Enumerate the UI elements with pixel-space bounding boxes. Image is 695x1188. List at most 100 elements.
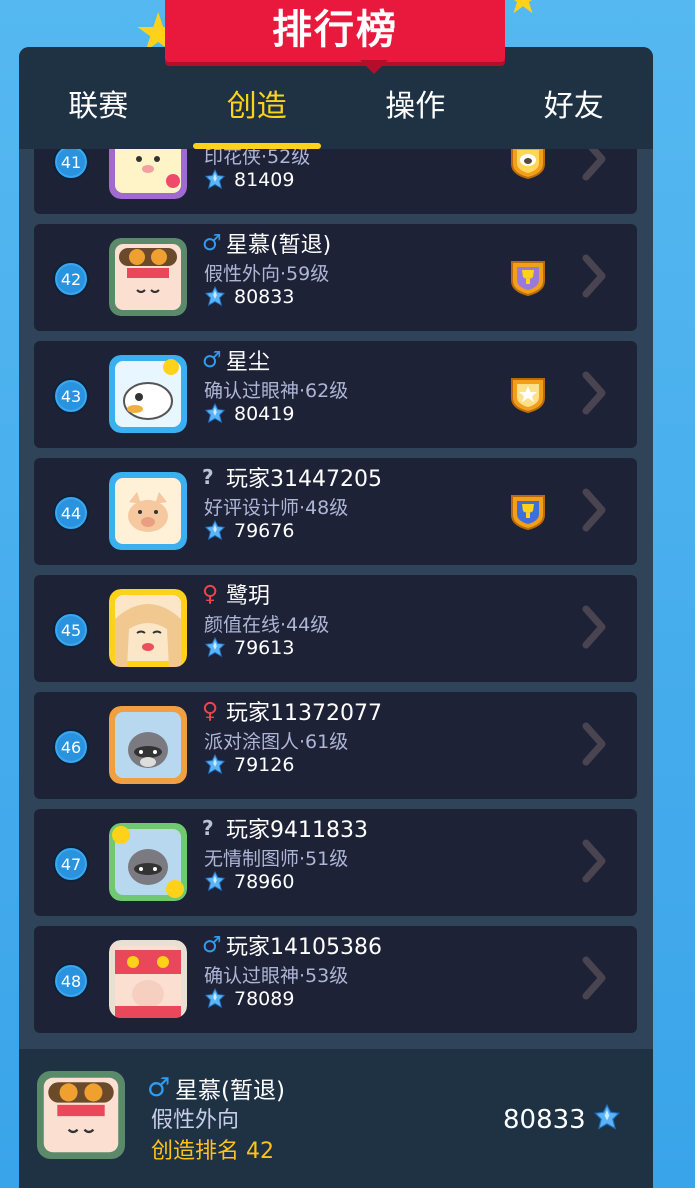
player-score: 81409 xyxy=(234,169,295,191)
player-name: 玩家11372077 xyxy=(226,701,382,726)
player-avatar[interactable] xyxy=(109,149,187,199)
gem-icon xyxy=(204,169,226,190)
anime-girl-avatar-icon xyxy=(109,589,187,667)
purple-trophy-badge-icon xyxy=(511,261,545,297)
blue-trophy-badge-icon xyxy=(511,495,545,531)
player-score-line: 79676 xyxy=(204,520,294,542)
rank-badge: 47 xyxy=(53,846,89,882)
player-name: 星慕(暂退) xyxy=(226,233,332,258)
chevron-right-icon[interactable] xyxy=(580,837,610,885)
sheep-badge-icon xyxy=(511,149,545,180)
player-avatar[interactable] xyxy=(109,940,187,1018)
player-name: 玩家9411833 xyxy=(226,818,368,843)
player-name-line: ♂ 星尘 xyxy=(202,345,271,376)
player-avatar[interactable] xyxy=(109,706,187,784)
player-score: 78960 xyxy=(234,871,295,893)
my-avatar[interactable] xyxy=(37,1071,125,1159)
raccoon-orange-avatar-icon xyxy=(109,706,187,784)
player-title: 好评设计师·48级 xyxy=(204,497,349,519)
player-name: 玩家14105386 xyxy=(226,935,382,960)
rank-badge: 43 xyxy=(53,378,89,414)
player-score-line: 78960 xyxy=(204,871,294,893)
tab-league[interactable]: 联赛 xyxy=(19,47,178,149)
player-avatar[interactable] xyxy=(109,472,187,550)
chevron-right-icon[interactable] xyxy=(580,149,610,183)
player-title: 派对涂图人·61级 xyxy=(204,731,349,753)
gem-icon xyxy=(594,1104,620,1130)
leaderboard-row[interactable]: 41?玩家25312543印花侠·52级81409 xyxy=(34,149,637,214)
chevron-right-icon[interactable] xyxy=(580,720,610,768)
player-name-line: ? 玩家31447205 xyxy=(202,462,382,492)
player-name-line: ? 玩家9411833 xyxy=(202,813,368,843)
rank-badge: 41 xyxy=(53,149,89,180)
star-decoration-icon: ★ xyxy=(505,0,541,23)
tab-friends[interactable]: 好友 xyxy=(495,47,654,149)
leaderboard-row[interactable]: 48 ♂ 玩家14105386 确认过眼神·53级 78089 xyxy=(34,926,637,1033)
player-title: 印花侠·52级 xyxy=(204,149,311,168)
my-name: 星慕(暂退) xyxy=(175,1078,285,1104)
player-title: 无情制图师·51级 xyxy=(204,848,349,870)
player-score-line: 79613 xyxy=(204,637,294,659)
player-name: 星尘 xyxy=(226,350,271,375)
tab-bar: 联赛 创造 操作 好友 xyxy=(19,47,653,149)
leaderboard-row[interactable]: 45 ♀ 鹭玥颜值在线·44级 79613 xyxy=(34,575,637,682)
rank-badge: 48 xyxy=(53,963,89,999)
player-score: 79676 xyxy=(234,520,295,542)
leaderboard-row[interactable]: 44? 玩家31447205 好评设计师·48级 79676 xyxy=(34,458,637,565)
player-title: 假性外向·59级 xyxy=(204,263,330,285)
banner-tail xyxy=(360,60,388,74)
female-icon: ♀ xyxy=(202,581,219,607)
player-score: 78089 xyxy=(234,988,295,1010)
rank-badge: 44 xyxy=(53,495,89,531)
player-score: 79613 xyxy=(234,637,295,659)
rank-badge: 42 xyxy=(53,261,89,297)
gem-icon xyxy=(204,754,226,775)
player-avatar[interactable] xyxy=(109,589,187,667)
male-icon: ♂ xyxy=(147,1073,171,1103)
player-score-line: 79126 xyxy=(204,754,294,776)
chevron-right-icon[interactable] xyxy=(580,954,610,1002)
rank-badge: 45 xyxy=(53,612,89,648)
player-avatar[interactable] xyxy=(109,355,187,433)
unknown-gender-icon: ? xyxy=(202,465,214,489)
chevron-right-icon[interactable] xyxy=(580,369,610,417)
male-icon: ♂ xyxy=(202,347,222,373)
player-score-line: 78089 xyxy=(204,988,294,1010)
gem-icon xyxy=(204,988,226,1009)
pig-avatar-icon xyxy=(109,472,187,550)
duck-avatar-icon xyxy=(109,355,187,433)
leaderboard-row[interactable]: 47? 玩家9411833 无情制图师·51级 78960 xyxy=(34,809,637,916)
page-title-banner: 排行榜 xyxy=(165,0,505,62)
leaderboard-list[interactable]: 41?玩家25312543印花侠·52级81409 42 ♂ 星慕(暂退) 假性外向·5… xyxy=(34,149,637,1049)
chevron-right-icon[interactable] xyxy=(580,603,610,651)
player-title: 确认过眼神·62级 xyxy=(204,380,349,402)
unknown-gender-icon: ? xyxy=(202,816,214,840)
my-title: 假性外向 xyxy=(151,1108,240,1133)
leaderboard-row[interactable]: 43 ♂ 星尘确认过眼神·62级 80419 xyxy=(34,341,637,448)
raccoon-flower-avatar-icon xyxy=(109,823,187,901)
player-name-line: ♂ 玩家14105386 xyxy=(202,930,382,961)
player-title: 确认过眼神·53级 xyxy=(204,965,349,987)
gem-icon xyxy=(204,871,226,892)
my-rank: 创造排名 42 xyxy=(151,1139,274,1164)
player-title: 颜值在线·44级 xyxy=(204,614,330,636)
player-score-line: 80419 xyxy=(204,403,294,425)
leaderboard-row[interactable]: 46 ♀ 玩家11372077 派对涂图人·61级 79126 xyxy=(34,692,637,799)
tab-create[interactable]: 创造 xyxy=(178,47,337,149)
my-rank-bar: ♂ 星慕(暂退) 假性外向 创造排名 42 80833 xyxy=(19,1049,653,1188)
player-score-line: 81409 xyxy=(204,169,294,191)
player-name: 玩家31447205 xyxy=(226,467,382,492)
player-name-line: ♀ 鹭玥 xyxy=(202,579,270,610)
player-avatar[interactable] xyxy=(109,823,187,901)
my-score: 80833 xyxy=(503,1105,586,1135)
player-score: 80833 xyxy=(234,286,295,308)
rabbit-love-avatar-icon xyxy=(109,149,187,199)
player-score: 79126 xyxy=(234,754,295,776)
player-avatar[interactable] xyxy=(109,238,187,316)
chevron-right-icon[interactable] xyxy=(580,252,610,300)
star-badge-icon xyxy=(511,378,545,414)
rank-badge: 46 xyxy=(53,729,89,765)
leaderboard-row[interactable]: 42 ♂ 星慕(暂退) 假性外向·59级 80833 xyxy=(34,224,637,331)
goggles-girl-avatar-icon xyxy=(37,1071,125,1159)
chevron-right-icon[interactable] xyxy=(580,486,610,534)
